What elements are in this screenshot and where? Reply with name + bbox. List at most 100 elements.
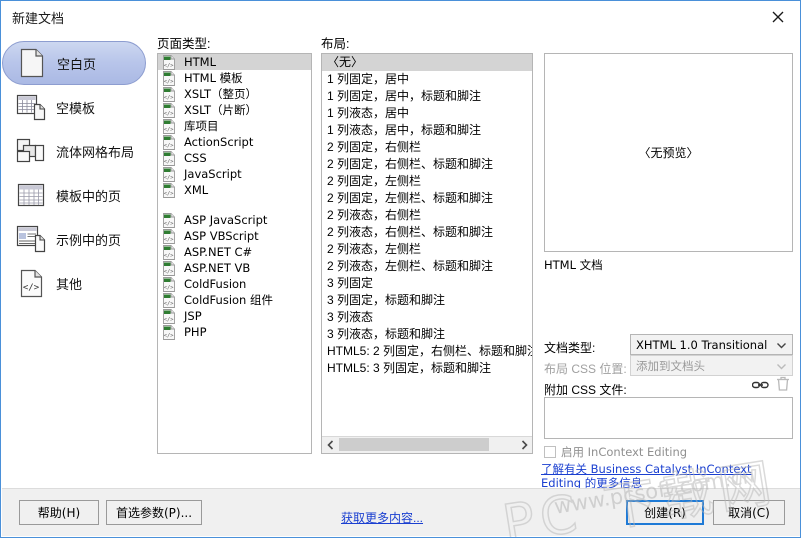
- help-button[interactable]: 帮助(H): [19, 500, 99, 525]
- svg-text:</>: </>: [164, 111, 174, 117]
- category-item-label: 模板中的页: [56, 188, 122, 204]
- page-type-separator: [158, 198, 311, 212]
- category-item-1[interactable]: 空模板: [2, 85, 152, 129]
- svg-text:</>: </>: [164, 301, 174, 307]
- attached-css-files-input[interactable]: [544, 397, 793, 439]
- page-type-item-label: HTML 模板: [184, 71, 243, 85]
- layout-item-12[interactable]: 2 列液态，左侧栏、标题和脚注: [322, 258, 532, 275]
- svg-text:</>: </>: [22, 283, 39, 293]
- page-type-item-14[interactable]: </> ColdFusion: [158, 276, 311, 292]
- layout-item-13[interactable]: 3 列固定: [322, 275, 532, 292]
- page-type-item-4[interactable]: </> 库项目: [158, 118, 311, 134]
- category-item-4[interactable]: 示例中的页: [2, 217, 152, 261]
- category-item-0[interactable]: 空白页: [2, 41, 146, 85]
- layout-item-18[interactable]: HTML5: 3 列固定，标题和脚注: [322, 360, 532, 377]
- scrollbar-thumb[interactable]: [339, 438, 489, 451]
- layout-item-8[interactable]: 2 列固定，左侧栏、标题和脚注: [322, 190, 532, 207]
- layout-item-2[interactable]: 1 列固定，居中，标题和脚注: [322, 88, 532, 105]
- page-type-item-16[interactable]: </> JSP: [158, 308, 311, 324]
- blank-page-icon: [17, 48, 47, 78]
- svg-text:</>: </>: [164, 285, 174, 291]
- page-type-item-5[interactable]: </> ActionScript: [158, 134, 311, 150]
- category-item-label: 示例中的页: [56, 232, 122, 248]
- preview-caption: HTML 文档: [544, 258, 603, 272]
- code-file-icon: </>: [162, 150, 177, 166]
- category-item-5[interactable]: </> 其他: [2, 261, 152, 305]
- page-type-item-10[interactable]: </> ASP JavaScript: [158, 212, 311, 228]
- incontext-editing-row[interactable]: 启用 InContext Editing: [544, 444, 687, 460]
- code-file-icon: </>: [162, 118, 177, 134]
- category-item-label: 空白页: [57, 56, 97, 72]
- category-item-label: 空模板: [56, 100, 96, 116]
- svg-text:</>: </>: [164, 63, 174, 69]
- page-type-item-label: XML: [184, 183, 209, 197]
- layout-item-9[interactable]: 2 列液态，右侧栏: [322, 207, 532, 224]
- cancel-button[interactable]: 取消(C): [713, 500, 785, 525]
- page-type-item-0[interactable]: </> HTML: [158, 54, 311, 70]
- page-type-item-17[interactable]: </> PHP: [158, 324, 311, 340]
- page-type-item-3[interactable]: </> XSLT（片断）: [158, 102, 311, 118]
- scroll-right-icon[interactable]: [516, 437, 532, 452]
- attach-css-label: 附加 CSS 文件:: [544, 383, 627, 397]
- layout-item-7[interactable]: 2 列固定，左侧栏: [322, 173, 532, 190]
- layout-list-items: 〈无〉 1 列固定，居中 1 列固定，居中，标题和脚注 1 列液态，居中 1 列液态，居…: [322, 54, 532, 437]
- layout-horizontal-scrollbar[interactable]: [322, 436, 532, 453]
- layout-item-4[interactable]: 1 列液态，居中，标题和脚注: [322, 122, 532, 139]
- page-title: 新建文档: [12, 11, 65, 26]
- layout-item-16[interactable]: 3 列液态，标题和脚注: [322, 326, 532, 343]
- category-item-3[interactable]: 模板中的页: [2, 173, 152, 217]
- layout-item-1[interactable]: 1 列固定，居中: [322, 71, 532, 88]
- page-type-item-1[interactable]: </> HTML 模板: [158, 70, 311, 86]
- page-type-item-13[interactable]: </> ASP.NET VB: [158, 260, 311, 276]
- layout-item-14[interactable]: 3 列固定，标题和脚注: [322, 292, 532, 309]
- incontext-editing-checkbox[interactable]: [544, 446, 556, 458]
- layout-css-position-select[interactable]: 添加到文档头: [630, 355, 793, 376]
- page-type-item-label: 库项目: [184, 119, 219, 133]
- category-list: 空白页 空模板 流体网格布局 模板中的页 示例中的页 </> 其他: [2, 41, 152, 301]
- doctype-select[interactable]: XHTML 1.0 Transitional: [630, 334, 793, 355]
- page-type-item-15[interactable]: </> ColdFusion 组件: [158, 292, 311, 308]
- layout-list[interactable]: 〈无〉 1 列固定，居中 1 列固定，居中，标题和脚注 1 列液态，居中 1 列液态，居…: [321, 53, 533, 454]
- svg-text:</>: </>: [164, 269, 174, 275]
- preferences-button[interactable]: 首选参数(P)...: [106, 500, 202, 525]
- trash-icon[interactable]: [776, 376, 790, 392]
- page-type-item-11[interactable]: </> ASP VBScript: [158, 228, 311, 244]
- code-file-icon: </>: [162, 166, 177, 182]
- layout-css-position-value: 添加到文档头: [636, 358, 705, 373]
- page-type-item-12[interactable]: </> ASP.NET C#: [158, 244, 311, 260]
- create-button[interactable]: 创建(R): [626, 500, 704, 525]
- close-icon[interactable]: [755, 2, 800, 32]
- layout-item-11[interactable]: 2 列液态，左侧栏: [322, 241, 532, 258]
- code-file-icon: </>: [162, 70, 177, 86]
- link-icon[interactable]: [751, 378, 769, 392]
- get-more-content-link[interactable]: 获取更多内容...: [341, 509, 423, 526]
- chevron-down-icon: [776, 338, 787, 349]
- svg-text:</>: </>: [164, 333, 174, 339]
- svg-text:</>: </>: [164, 79, 174, 85]
- layout-item-10[interactable]: 2 列液态，右侧栏、标题和脚注: [322, 224, 532, 241]
- category-item-2[interactable]: 流体网格布局: [2, 129, 152, 173]
- layout-item-5[interactable]: 2 列固定，右侧栏: [322, 139, 532, 156]
- chevron-down-icon: [776, 359, 787, 370]
- new-document-dialog: 新建文档 页面类型: 布局: 空白页 空模板 流体网格布局 模板中的页 示例中的页 </>…: [0, 0, 801, 538]
- layout-column-label: 布局:: [321, 37, 350, 51]
- category-item-label: 流体网格布局: [56, 144, 135, 160]
- layout-item-6[interactable]: 2 列固定，右侧栏、标题和脚注: [322, 156, 532, 173]
- learn-more-link[interactable]: 了解有关 Business Catalyst InContext Editing…: [541, 462, 793, 490]
- page-type-item-2[interactable]: </> XSLT（整页）: [158, 86, 311, 102]
- page-type-item-label: ASP.NET C#: [184, 245, 253, 259]
- page-type-item-6[interactable]: </> CSS: [158, 150, 311, 166]
- code-file-icon: </>: [162, 86, 177, 102]
- page-type-list[interactable]: </> HTML </> HTML 模板 </> XSLT（整页） </> XSLT（片断） <…: [157, 53, 312, 454]
- layout-item-0[interactable]: 〈无〉: [322, 54, 532, 71]
- layout-item-17[interactable]: HTML5: 2 列固定，右侧栏、标题和脚注: [322, 343, 532, 360]
- layout-item-3[interactable]: 1 列液态，居中: [322, 105, 532, 122]
- code-file-icon: </>: [162, 134, 177, 150]
- page-type-item-8[interactable]: </> XML: [158, 182, 311, 198]
- layout-item-15[interactable]: 3 列液态: [322, 309, 532, 326]
- code-file-icon: </>: [162, 212, 177, 228]
- blank-template-icon: [16, 92, 46, 122]
- scroll-left-icon[interactable]: [322, 437, 338, 452]
- page-type-item-7[interactable]: </> JavaScript: [158, 166, 311, 182]
- code-file-icon: </>: [162, 308, 177, 324]
